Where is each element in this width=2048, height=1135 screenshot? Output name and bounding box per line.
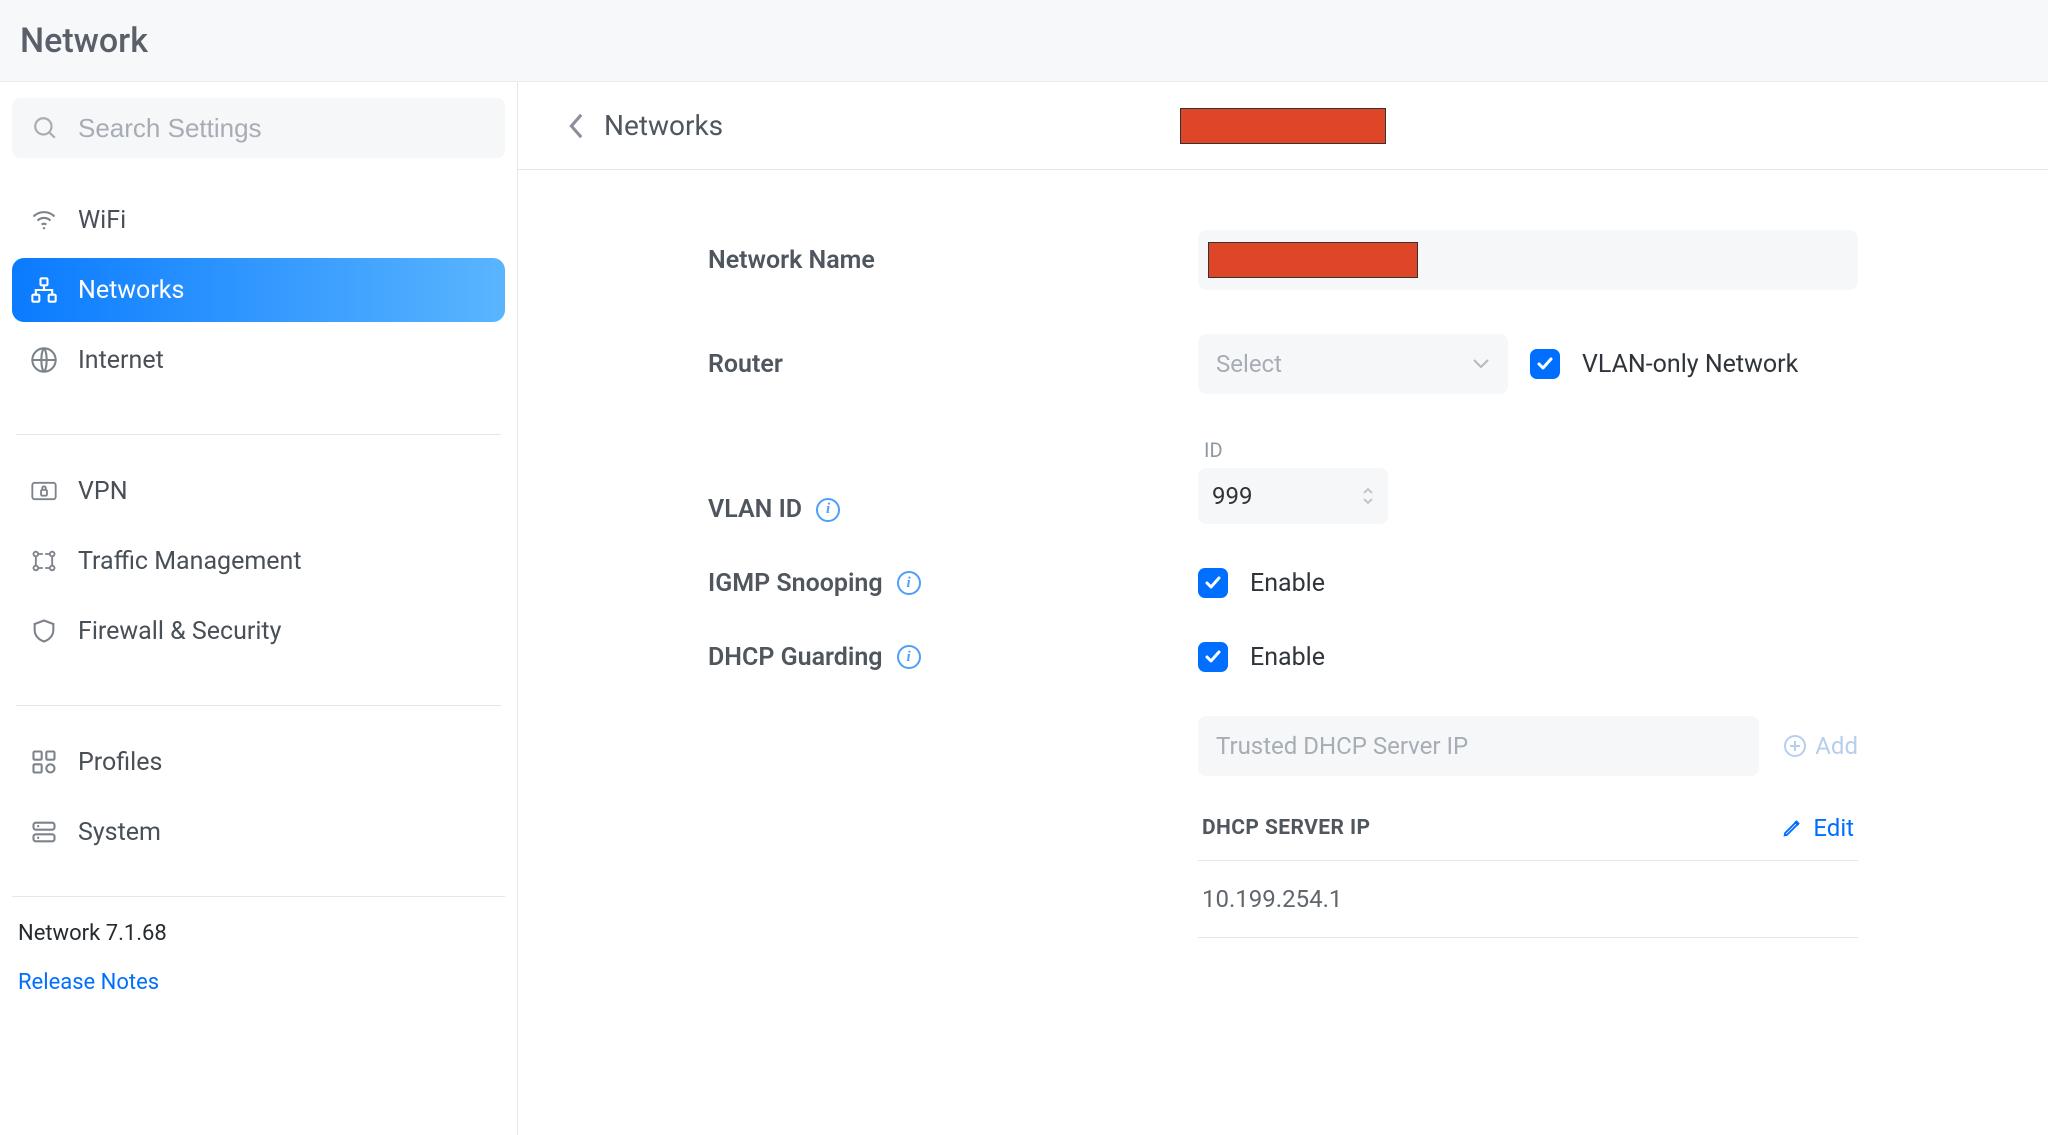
chevron-left-icon xyxy=(568,112,586,140)
add-button-label: Add xyxy=(1815,732,1858,760)
sidebar-item-networks[interactable]: Networks xyxy=(12,258,505,322)
search-settings-field[interactable] xyxy=(12,98,505,158)
search-settings-input[interactable] xyxy=(76,112,485,145)
edit-dhcp-servers-button[interactable]: Edit xyxy=(1781,814,1854,842)
info-icon[interactable]: i xyxy=(816,498,840,522)
detail-header: Networks xyxy=(518,82,2048,170)
vlan-only-label: VLAN-only Network xyxy=(1582,350,1798,379)
dhcp-guarding-enable-checkbox[interactable] xyxy=(1198,642,1228,672)
network-name-redacted xyxy=(1208,242,1418,278)
search-icon xyxy=(32,115,58,141)
vlan-id-value: 999 xyxy=(1212,482,1252,510)
label-router: Router xyxy=(708,350,1198,379)
shield-icon xyxy=(30,617,58,645)
dhcp-server-row: 10.199.254.1 xyxy=(1198,861,1858,938)
trusted-dhcp-ip-input[interactable]: Trusted DHCP Server IP xyxy=(1198,716,1759,776)
check-icon xyxy=(1204,574,1222,592)
page-title: Network xyxy=(20,21,148,61)
app-version: Network 7.1.68 xyxy=(18,921,499,946)
check-icon xyxy=(1204,648,1222,666)
sidebar-item-profiles[interactable]: Profiles xyxy=(12,730,505,794)
sidebar-item-label: Profiles xyxy=(78,748,162,777)
sidebar-item-internet[interactable]: Internet xyxy=(12,328,505,392)
network-title-redacted xyxy=(1180,108,1386,144)
dhcp-server-ip: 10.199.254.1 xyxy=(1202,885,1342,913)
label-network-name: Network Name xyxy=(708,246,1198,275)
vlan-id-sublabel: ID xyxy=(1198,438,1388,462)
vpn-icon xyxy=(30,477,58,505)
network-topology-icon xyxy=(30,276,58,304)
check-icon xyxy=(1536,355,1554,373)
network-name-input[interactable] xyxy=(1198,230,1858,290)
router-select[interactable]: Select xyxy=(1198,334,1508,394)
chevron-up-icon xyxy=(1362,487,1374,495)
sidebar-item-firewall-security[interactable]: Firewall & Security xyxy=(12,599,505,663)
breadcrumb-back[interactable]: Networks xyxy=(568,109,723,142)
label-igmp-snooping: IGMP Snooping xyxy=(708,569,883,598)
sidebar-item-label: WiFi xyxy=(78,206,126,235)
vlan-only-checkbox[interactable] xyxy=(1530,349,1560,379)
igmp-enable-checkbox[interactable] xyxy=(1198,568,1228,598)
dhcp-server-column-header: DHCP SERVER IP xyxy=(1202,816,1370,840)
sidebar-item-label: Networks xyxy=(78,276,184,305)
sidebar-item-label: Traffic Management xyxy=(78,547,302,576)
router-select-placeholder: Select xyxy=(1216,350,1282,378)
info-icon[interactable]: i xyxy=(897,645,921,669)
sidebar-divider xyxy=(16,434,501,435)
profiles-icon xyxy=(30,748,58,776)
breadcrumb-label: Networks xyxy=(604,109,723,142)
sidebar-item-vpn[interactable]: VPN xyxy=(12,459,505,523)
sidebar-item-label: VPN xyxy=(78,477,128,506)
info-icon[interactable]: i xyxy=(897,571,921,595)
system-icon xyxy=(30,818,58,846)
sidebar-item-wifi[interactable]: WiFi xyxy=(12,188,505,252)
vlan-id-input[interactable]: 999 xyxy=(1198,468,1388,524)
label-vlan-id: VLAN ID xyxy=(708,495,802,524)
sidebar-divider xyxy=(16,705,501,706)
traffic-icon xyxy=(30,547,58,575)
release-notes-link[interactable]: Release Notes xyxy=(18,970,499,995)
dhcp-guarding-enable-label: Enable xyxy=(1250,643,1325,672)
number-spinner[interactable] xyxy=(1362,487,1374,505)
add-dhcp-server-button[interactable]: Add xyxy=(1783,732,1858,760)
pencil-icon xyxy=(1781,817,1803,839)
wifi-icon xyxy=(30,206,58,234)
sidebar-item-traffic-management[interactable]: Traffic Management xyxy=(12,529,505,593)
sidebar-item-label: Firewall & Security xyxy=(78,617,281,646)
main-content: Networks Network Name Router Select xyxy=(518,82,2048,1135)
globe-icon xyxy=(30,346,58,374)
igmp-enable-label: Enable xyxy=(1250,569,1325,598)
settings-sidebar: WiFi Networks Internet VPN Traffic Manag… xyxy=(0,82,518,1135)
plus-circle-icon xyxy=(1783,734,1807,758)
chevron-down-icon xyxy=(1362,497,1374,505)
app-header: Network xyxy=(0,0,2048,82)
sidebar-item-system[interactable]: System xyxy=(12,800,505,864)
trusted-dhcp-ip-placeholder: Trusted DHCP Server IP xyxy=(1216,732,1468,760)
chevron-down-icon xyxy=(1472,358,1490,370)
label-dhcp-guarding: DHCP Guarding xyxy=(708,643,883,672)
edit-button-label: Edit xyxy=(1813,814,1854,842)
sidebar-item-label: System xyxy=(78,818,161,847)
sidebar-item-label: Internet xyxy=(78,346,164,375)
